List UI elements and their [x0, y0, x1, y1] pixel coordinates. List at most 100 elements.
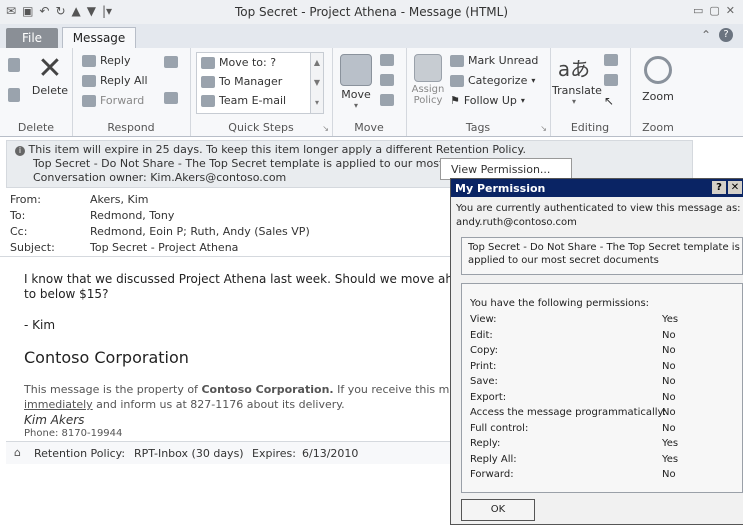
follow-up-button[interactable]: ⚑ Follow Up ▾: [450, 94, 525, 107]
forward-icon: [82, 94, 96, 107]
reply-all-icon: [82, 74, 96, 87]
group-label-respond: Respond: [107, 121, 155, 134]
cc-label: Cc:: [10, 225, 28, 238]
permissions-heading: You have the following permissions:: [470, 298, 650, 309]
permission-name: Forward:: [470, 469, 514, 480]
to-value[interactable]: Redmond, Tony: [90, 209, 174, 222]
assign-policy-button[interactable]: Assign Policy: [410, 54, 446, 106]
reply-button[interactable]: Reply: [82, 54, 130, 67]
to-label: To:: [10, 209, 26, 222]
immediately-link[interactable]: immediately: [24, 398, 93, 411]
translate-button[interactable]: aあ Translate ▾: [552, 54, 602, 106]
from-label: From:: [10, 193, 41, 206]
template-description-box: Top Secret - Do Not Share - The Top Secr…: [461, 237, 743, 275]
meeting-icon[interactable]: [164, 56, 178, 68]
group-label-zoom: Zoom: [642, 121, 674, 134]
dialog-close-icon[interactable]: ✕: [728, 181, 742, 194]
minimize-icon[interactable]: ▭: [693, 4, 703, 17]
more-respond-icon[interactable]: [164, 92, 178, 104]
ribbon: ✕ Delete Delete Reply Reply All Forward …: [0, 48, 743, 137]
signature-name: Kim Akers: [24, 413, 85, 427]
mark-unread-button[interactable]: Mark Unread: [450, 54, 538, 67]
permission-value: Yes: [662, 453, 679, 465]
subject-value: Top Secret - Project Athena: [90, 241, 239, 254]
ignore-icon[interactable]: [8, 58, 20, 72]
permission-value: No: [662, 422, 676, 434]
permission-name: Access the message programmatically:: [470, 407, 667, 418]
permission-name: Reply All:: [470, 453, 517, 465]
ribbon-tabs: File Message ⌃ ?: [0, 24, 743, 49]
assign-policy-icon: [414, 54, 442, 82]
permission-value: No: [662, 376, 676, 387]
reply-all-button[interactable]: Reply All: [82, 74, 148, 87]
body-signoff: - Kim: [24, 318, 56, 332]
permission-name: Reply:: [470, 438, 501, 449]
maximize-icon[interactable]: ▢: [709, 4, 719, 17]
onenote-icon[interactable]: [380, 74, 394, 86]
select-icon[interactable]: ↖: [604, 94, 614, 108]
group-tags: Assign Policy Mark Unread Categorize ▾ ⚑ F…: [406, 48, 551, 136]
permission-value: No: [662, 360, 676, 372]
template-line-2: applied to our most secret documents: [468, 255, 659, 266]
quick-step-move-to[interactable]: Move to: ?: [201, 56, 276, 69]
categorize-button[interactable]: Categorize ▾: [450, 74, 535, 87]
to-manager-icon: [201, 75, 215, 88]
body-paragraph-1: I know that we discussed Project Athena …: [24, 272, 487, 286]
collapse-ribbon-icon[interactable]: ⌃: [701, 28, 711, 42]
group-zoom: Zoom Zoom: [630, 48, 686, 136]
tags-dialog-launcher-icon[interactable]: ↘: [540, 124, 547, 133]
dialog-launcher-icon[interactable]: ↘: [322, 124, 329, 133]
permission-name: Print:: [470, 360, 497, 372]
magnifier-icon: [644, 56, 672, 84]
my-permission-dialog: My Permission ? ✕ You are currently auth…: [450, 178, 743, 525]
permission-value: No: [662, 469, 676, 480]
group-respond: Reply Reply All Forward Respond: [72, 48, 191, 136]
dialog-help-button[interactable]: ?: [712, 181, 726, 194]
permission-value: Yes: [662, 314, 679, 325]
zoom-button[interactable]: Zoom: [638, 54, 678, 103]
expires-value: 6/13/2010: [302, 447, 359, 460]
info-template-text: Top Secret - Do Not Share - The Top Secr…: [33, 157, 492, 170]
group-label-editing: Editing: [570, 121, 610, 134]
info-expire-text: This item will expire in 25 days. To kee…: [28, 143, 526, 156]
tab-message[interactable]: Message: [62, 27, 136, 49]
forward-button[interactable]: Forward: [82, 94, 144, 107]
body-paragraph-1-cont: to below $15?: [24, 287, 109, 301]
title-bar: ✉ ▣ ↶ ↻ ▲ ▼ |▾ Top Secret - Project Athe…: [0, 0, 743, 24]
group-editing: aあ Translate ▾ ↖ Editing: [550, 48, 631, 136]
retention-footer: ⌂ Retention Policy: RPT-Inbox (30 days) …: [6, 441, 458, 464]
retention-policy-value: RPT-Inbox (30 days): [134, 447, 244, 460]
move-button[interactable]: Move ▾: [338, 54, 374, 110]
group-label-quick-steps: Quick Steps: [228, 121, 294, 134]
group-label-delete: Delete: [17, 121, 55, 134]
template-line-1: Top Secret - Do Not Share - The Top Secr…: [468, 242, 740, 253]
delete-button[interactable]: ✕ Delete: [30, 51, 70, 98]
company-name: Contoso Corporation: [24, 348, 189, 367]
info-icon: i: [15, 146, 25, 156]
actions-icon[interactable]: [380, 94, 394, 106]
header-divider: [0, 256, 458, 257]
quick-step-to-manager[interactable]: To Manager: [201, 75, 282, 88]
from-value[interactable]: Akers, Kim: [90, 193, 149, 206]
dialog-title-bar: My Permission ? ✕: [451, 179, 743, 197]
permission-name: Save:: [470, 376, 498, 387]
close-icon[interactable]: ✕: [726, 4, 735, 17]
help-icon[interactable]: ?: [719, 28, 733, 42]
rules-icon[interactable]: [380, 54, 394, 66]
group-move: Move ▾ Move: [332, 48, 407, 136]
permission-value: No: [662, 407, 676, 418]
permissions-box: You have the following permissions: View…: [461, 283, 743, 493]
quick-steps-scroll[interactable]: ▲ ▼ ▾: [310, 53, 323, 113]
cleanup-icon[interactable]: [8, 88, 20, 102]
quick-step-team-email[interactable]: Team E-mail: [201, 94, 286, 107]
tab-file[interactable]: File: [6, 28, 58, 48]
permission-name: View:: [470, 314, 497, 325]
ok-button[interactable]: OK: [461, 499, 535, 521]
related-icon[interactable]: [604, 74, 618, 86]
view-permission-menu-item[interactable]: View Permission...: [440, 158, 572, 180]
cc-value[interactable]: Redmond, Eoin P; Ruth, Andy (Sales VP): [90, 225, 310, 238]
subject-label: Subject:: [10, 241, 55, 254]
find-icon[interactable]: [604, 54, 618, 66]
group-quick-steps: Move to: ? To Manager Team E-mail ▲ ▼ ▾ Qu…: [190, 48, 333, 136]
delete-x-icon: ✕: [37, 51, 63, 86]
